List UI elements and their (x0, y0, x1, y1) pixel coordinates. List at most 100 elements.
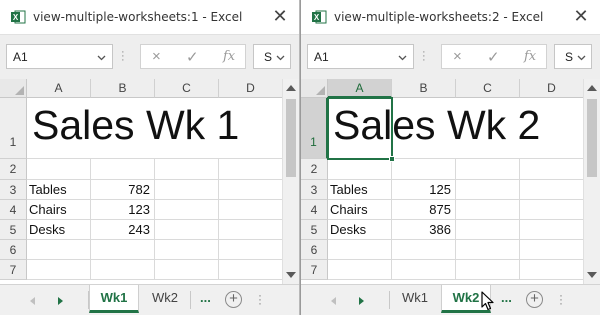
cell-c2[interactable] (456, 159, 520, 180)
row-header-3[interactable]: 3 (0, 180, 27, 200)
row-header-1[interactable]: 1 (0, 98, 27, 159)
cancel-icon[interactable]: × (453, 48, 462, 65)
cell-b6[interactable] (91, 240, 155, 260)
cell-d2[interactable] (520, 159, 584, 180)
cell-b2[interactable] (91, 159, 155, 180)
scroll-thumb[interactable] (587, 99, 597, 177)
tab-wk1[interactable]: Wk1 (390, 285, 440, 313)
more-sheets-button[interactable]: ... (200, 290, 211, 305)
row-header-7[interactable]: 7 (0, 260, 27, 280)
formula-input[interactable]: S (253, 44, 291, 69)
column-header-c[interactable]: C (155, 79, 219, 98)
cell-d2[interactable] (219, 159, 283, 180)
cell-d3[interactable] (520, 180, 584, 200)
column-header-b[interactable]: B (392, 79, 456, 98)
cell-d5[interactable] (520, 220, 584, 240)
row-header-5[interactable]: 5 (0, 220, 27, 240)
cell-b4[interactable]: 123 (91, 200, 155, 220)
row-header-5[interactable]: 5 (301, 220, 328, 240)
formula-input[interactable]: S (554, 44, 592, 69)
scroll-down-icon[interactable] (587, 272, 597, 278)
cell-a7[interactable] (328, 260, 392, 280)
row-header-2[interactable]: 2 (301, 159, 328, 180)
more-sheets-button[interactable]: ... (501, 290, 512, 305)
row-header-6[interactable]: 6 (301, 240, 328, 260)
add-sheet-icon[interactable]: + (225, 291, 242, 308)
next-sheet-icon[interactable] (58, 297, 63, 305)
column-header-a[interactable]: A (27, 79, 91, 98)
scroll-up-icon[interactable] (286, 85, 296, 91)
cell-d7[interactable] (219, 260, 283, 280)
cell-a5[interactable]: Desks (27, 220, 91, 240)
row-header-3[interactable]: 3 (301, 180, 328, 200)
enter-icon[interactable]: ✓ (186, 48, 199, 66)
cell-b2[interactable] (392, 159, 456, 180)
cell-c3[interactable] (456, 180, 520, 200)
column-header-d[interactable]: D (219, 79, 283, 98)
enter-icon[interactable]: ✓ (487, 48, 500, 66)
name-box[interactable]: A1 (307, 44, 414, 69)
scroll-down-icon[interactable] (286, 272, 296, 278)
cell-a2[interactable] (328, 159, 392, 180)
cell-b7[interactable] (392, 260, 456, 280)
name-box[interactable]: A1 (6, 44, 113, 69)
next-sheet-icon[interactable] (359, 297, 364, 305)
row-header-4[interactable]: 4 (301, 200, 328, 220)
cell-a7[interactable] (27, 260, 91, 280)
fill-handle[interactable] (389, 156, 395, 162)
cell-d4[interactable] (520, 200, 584, 220)
cell-a6[interactable] (328, 240, 392, 260)
cell-d5[interactable] (219, 220, 283, 240)
cell-b3[interactable]: 782 (91, 180, 155, 200)
row-header-6[interactable]: 6 (0, 240, 27, 260)
prev-sheet-icon[interactable] (331, 297, 336, 305)
cell-d3[interactable] (219, 180, 283, 200)
vertical-scrollbar[interactable] (282, 79, 299, 284)
cell-b3[interactable]: 125 (392, 180, 456, 200)
cancel-icon[interactable]: × (152, 48, 161, 65)
column-header-c[interactable]: C (456, 79, 520, 98)
cell-a2[interactable] (27, 159, 91, 180)
cell-d6[interactable] (219, 240, 283, 260)
add-sheet-icon[interactable]: + (526, 291, 543, 308)
column-header-d[interactable]: D (520, 79, 584, 98)
insert-function-icon[interactable]: fx (524, 49, 536, 64)
row-header-1[interactable]: 1 (301, 98, 328, 159)
tab-wk1[interactable]: Wk1 (89, 285, 139, 313)
cell-c5[interactable] (456, 220, 520, 240)
cell-c3[interactable] (155, 180, 219, 200)
column-header-b[interactable]: B (91, 79, 155, 98)
vertical-scrollbar[interactable] (583, 79, 600, 284)
scroll-thumb[interactable] (286, 99, 296, 177)
cell-a4[interactable]: Chairs (27, 200, 91, 220)
cell-c6[interactable] (456, 240, 520, 260)
column-header-a[interactable]: A (328, 79, 392, 98)
cell-d4[interactable] (219, 200, 283, 220)
cell-c5[interactable] (155, 220, 219, 240)
cell-a3[interactable]: Tables (328, 180, 392, 200)
cell-a4[interactable]: Chairs (328, 200, 392, 220)
tab-wk2[interactable]: Wk2 (140, 285, 190, 313)
select-all-corner[interactable] (301, 79, 328, 98)
cell-b4[interactable]: 875 (392, 200, 456, 220)
scroll-up-icon[interactable] (587, 85, 597, 91)
cell-b5[interactable]: 243 (91, 220, 155, 240)
insert-function-icon[interactable]: fx (223, 49, 235, 64)
cell-b6[interactable] (392, 240, 456, 260)
cell-d7[interactable] (520, 260, 584, 280)
close-icon[interactable]: ✕ (572, 7, 590, 25)
cell-b5[interactable]: 386 (392, 220, 456, 240)
cell-d6[interactable] (520, 240, 584, 260)
cell-a3[interactable]: Tables (27, 180, 91, 200)
cell-c6[interactable] (155, 240, 219, 260)
cell-c2[interactable] (155, 159, 219, 180)
row-header-7[interactable]: 7 (301, 260, 328, 280)
cell-c4[interactable] (155, 200, 219, 220)
select-all-corner[interactable] (0, 79, 27, 98)
cell-c7[interactable] (456, 260, 520, 280)
cell-a6[interactable] (27, 240, 91, 260)
cell-c7[interactable] (155, 260, 219, 280)
prev-sheet-icon[interactable] (30, 297, 35, 305)
cell-b7[interactable] (91, 260, 155, 280)
row-header-2[interactable]: 2 (0, 159, 27, 180)
